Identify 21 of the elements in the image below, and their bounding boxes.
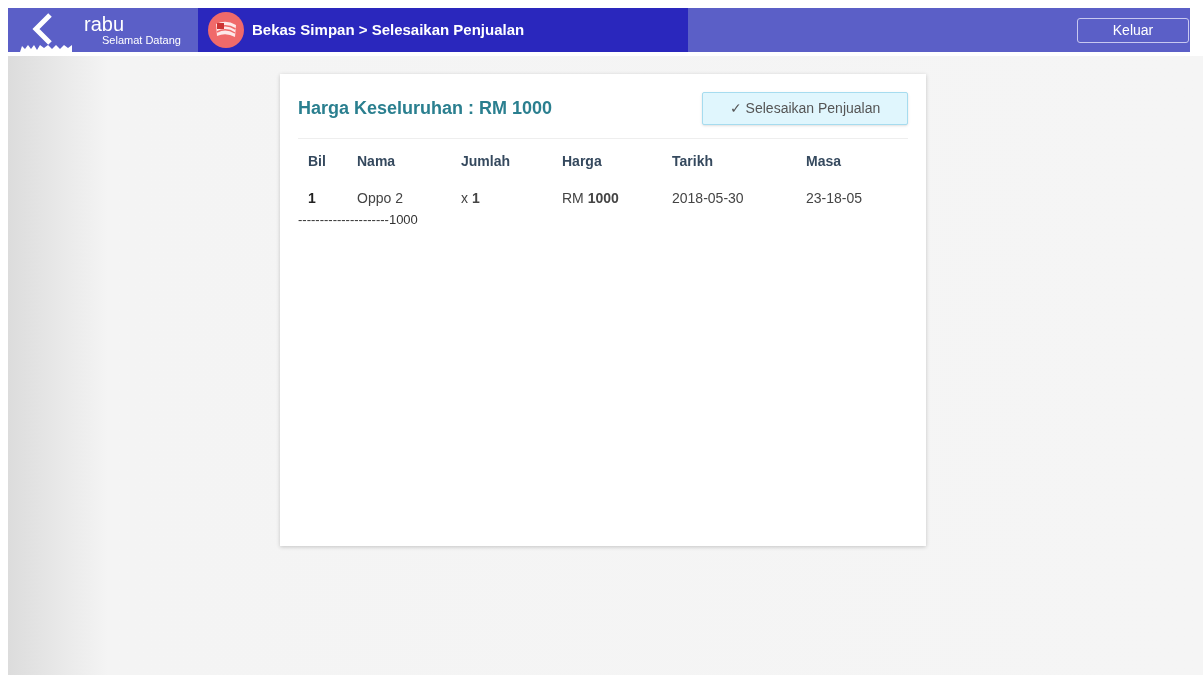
column-header: Masa <box>806 152 842 169</box>
greeting-text: Selamat Datang <box>102 35 181 46</box>
finish-sale-button[interactable]: ✓ Selesaikan Penjualan <box>702 92 908 125</box>
flag-icon <box>208 12 244 48</box>
total-price-title: Harga Keseluruhan : RM 1000 <box>298 97 553 120</box>
column-header: Bil <box>308 152 326 169</box>
user-name: rabu <box>84 14 126 34</box>
table-cell: Oppo 2 <box>357 189 403 206</box>
column-header: Jumlah <box>461 152 510 169</box>
table-cell: x 1 <box>461 189 480 206</box>
table-cell: 2018-05-30 <box>672 189 744 206</box>
table-cell: 1 <box>308 189 316 206</box>
logout-button[interactable]: Keluar <box>1077 17 1189 43</box>
table-cell: 23-18-05 <box>806 189 863 206</box>
column-header: Harga <box>562 152 602 169</box>
column-header: Nama <box>357 152 396 169</box>
breadcrumb: Bekas Simpan > Selesaikan Penjualan <box>252 19 525 40</box>
logo-drawing <box>20 12 72 52</box>
table-cell: RM 1000 <box>562 189 619 206</box>
column-header: Tarikh <box>672 152 713 169</box>
total-line: ---------------------1000 <box>298 211 419 229</box>
